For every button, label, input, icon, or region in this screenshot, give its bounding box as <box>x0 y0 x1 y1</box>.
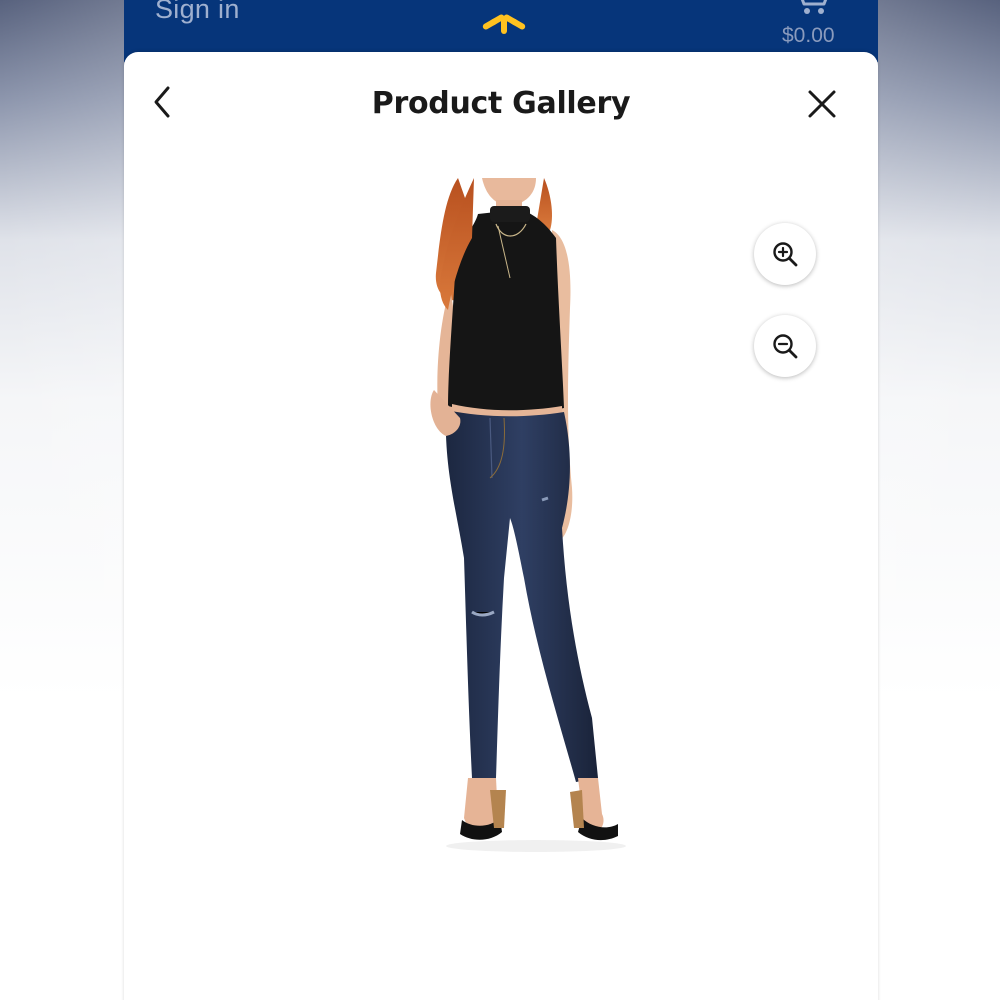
zoom-in-icon <box>773 242 798 267</box>
page-title: Product Gallery <box>371 86 631 121</box>
background-left <box>0 0 124 1000</box>
walmart-spark-icon[interactable] <box>476 0 532 38</box>
cart-icon[interactable] <box>792 0 832 16</box>
background-right <box>876 0 1000 1000</box>
zoom-out-icon <box>773 334 798 359</box>
close-icon <box>808 90 836 118</box>
cart-total[interactable]: $0.00 <box>782 24 835 48</box>
product-gallery-modal: Product Gallery <box>124 52 878 1000</box>
zoom-out-button[interactable] <box>754 315 816 377</box>
close-button[interactable] <box>802 84 842 124</box>
sign-in-link[interactable]: Sign in <box>155 0 240 25</box>
product-image[interactable] <box>386 178 646 868</box>
zoom-in-button[interactable] <box>754 223 816 285</box>
